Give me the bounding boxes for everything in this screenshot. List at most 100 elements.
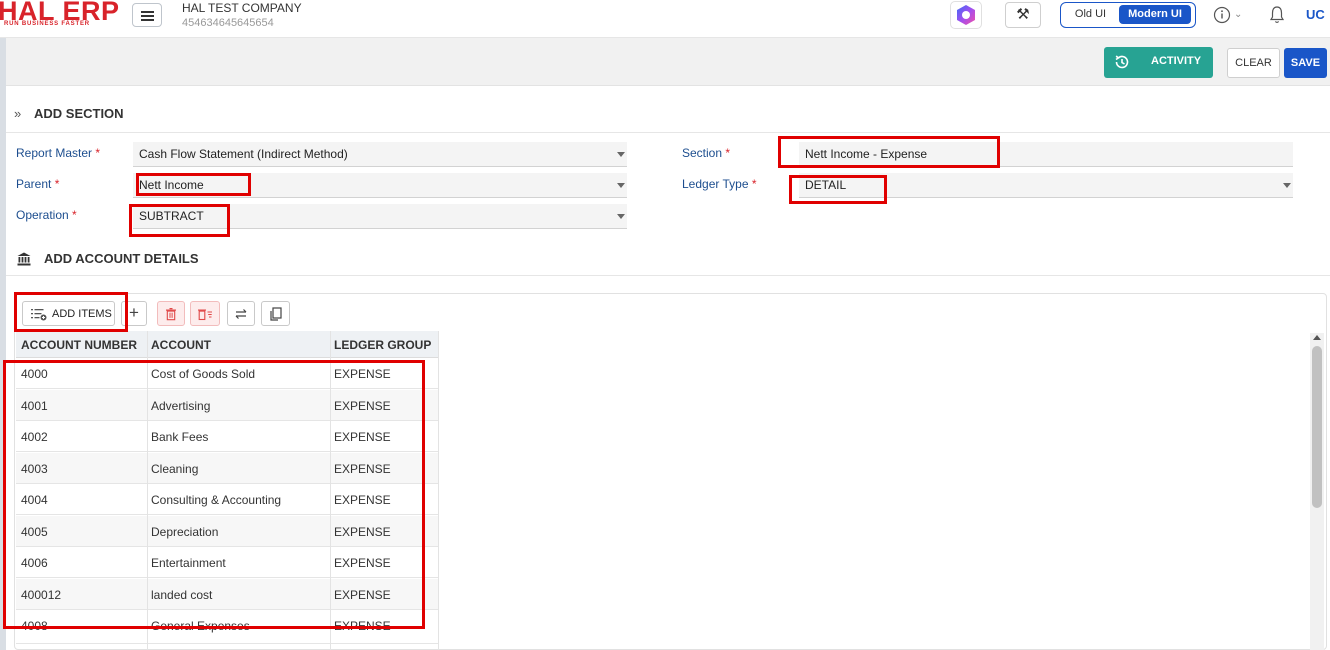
table-row[interactable]: 4002 Bank Fees EXPENSE	[16, 421, 438, 452]
ledger-group-cell: EXPENSE	[334, 525, 391, 539]
divider	[6, 132, 1330, 133]
table-row[interactable]: 4006 Entertainment EXPENSE	[16, 547, 438, 578]
table-row[interactable]: 4008 General Expenses EXPENSE	[16, 610, 438, 644]
ledger-group-cell: EXPENSE	[334, 556, 391, 570]
account-cell: Bank Fees	[151, 430, 209, 444]
menu-icon[interactable]	[132, 3, 162, 27]
column-header-account-number[interactable]: ACCOUNT NUMBER	[21, 338, 137, 352]
account-number-cell: 4002	[21, 430, 48, 444]
ledger-group-cell: EXPENSE	[334, 367, 391, 381]
table-header: ACCOUNT NUMBER ACCOUNT LEDGER GROUP	[16, 331, 438, 358]
ui-mode-toggle[interactable]: Old UI Modern UI	[1060, 2, 1196, 28]
dropdown-caret-icon	[617, 152, 625, 157]
table-row[interactable]: 4005 Depreciation EXPENSE	[16, 516, 438, 547]
scroll-up-icon[interactable]	[1313, 335, 1321, 340]
swap-button[interactable]	[227, 301, 255, 326]
ledger-type-value: DETAIL	[805, 178, 847, 192]
account-cell: landed cost	[151, 588, 213, 602]
account-number-cell: 4004	[21, 493, 48, 507]
divider	[6, 275, 1330, 276]
column-divider	[438, 331, 439, 650]
account-number-cell: 4000	[21, 367, 48, 381]
chevron-down-icon[interactable]: ⌄	[1234, 9, 1242, 20]
app-launcher-icon[interactable]	[950, 1, 982, 29]
section-value: Nett Income - Expense	[805, 147, 928, 161]
account-cell: Cost of Goods Sold	[151, 367, 256, 381]
account-cell: Consulting & Accounting	[151, 493, 282, 507]
list-add-icon	[31, 308, 47, 320]
delete-filtered-button[interactable]	[190, 301, 220, 326]
ledger-type-label: Ledger Type *	[682, 177, 757, 191]
section-input[interactable]: Nett Income - Expense	[799, 142, 1293, 167]
delete-row-button[interactable]	[157, 301, 185, 326]
add-account-details-title: ADD ACCOUNT DETAILS	[44, 251, 199, 266]
copy-button[interactable]	[261, 301, 290, 326]
table-row[interactable]: 4000 Cost of Goods Sold EXPENSE	[16, 358, 438, 389]
account-number-cell: 4008	[21, 619, 48, 633]
ledger-type-select[interactable]: DETAIL	[799, 173, 1293, 198]
add-items-label: ADD ITEMS	[52, 308, 112, 320]
company-id: 454634645645654	[182, 17, 274, 29]
report-master-value: Cash Flow Statement (Indirect Method)	[139, 147, 348, 161]
ledger-group-cell: EXPENSE	[334, 430, 391, 444]
ledger-group-cell: EXPENSE	[334, 619, 391, 633]
table-vertical-scrollbar[interactable]	[1310, 333, 1324, 650]
account-cell: Advertising	[151, 399, 211, 413]
column-header-account[interactable]: ACCOUNT	[151, 338, 211, 352]
operation-select[interactable]: SUBTRACT	[133, 204, 627, 229]
report-master-select[interactable]: Cash Flow Statement (Indirect Method)	[133, 142, 627, 167]
table-row[interactable]: 4003 Cleaning EXPENSE	[16, 453, 438, 484]
operation-value: SUBTRACT	[139, 209, 204, 223]
swap-arrows-icon	[235, 308, 247, 319]
scrollbar-thumb[interactable]	[1312, 346, 1322, 508]
add-row-button[interactable]: +	[121, 301, 147, 326]
bell-icon[interactable]	[1268, 5, 1286, 25]
add-section-title: ADD SECTION	[34, 106, 124, 121]
account-number-cell: 4001	[21, 399, 48, 413]
parent-value: Nett Income	[139, 178, 204, 192]
ledger-group-cell: EXPENSE	[334, 399, 391, 413]
double-chevron-right-icon: »	[14, 106, 22, 121]
table-row[interactable]: 4004 Consulting & Accounting EXPENSE	[16, 484, 438, 515]
copy-icon	[269, 306, 282, 321]
trash-filter-icon	[198, 309, 212, 320]
user-avatar[interactable]: UC	[1306, 3, 1330, 29]
add-items-button[interactable]: ADD ITEMS	[22, 301, 115, 326]
activity-label: ACTIVITY	[1151, 55, 1202, 67]
top-navigation-bar: HAL ERP RUN BUSINESS FASTER HAL TEST COM…	[0, 0, 1330, 38]
modern-ui-option[interactable]: Modern UI	[1119, 5, 1191, 24]
account-cell: General Expenses	[151, 619, 250, 633]
report-master-label: Report Master *	[16, 146, 101, 160]
account-cell: Cleaning	[151, 462, 199, 476]
history-icon	[1115, 55, 1129, 69]
info-icon[interactable]	[1213, 6, 1231, 24]
account-number-cell: 400012	[21, 588, 62, 602]
section-label: Section *	[682, 146, 731, 160]
bank-icon	[17, 252, 31, 266]
account-cell: Entertainment	[151, 556, 226, 570]
table-row[interactable]: 4001 Advertising EXPENSE	[16, 390, 438, 421]
activity-button[interactable]: ACTIVITY	[1104, 47, 1213, 78]
account-cell: Depreciation	[151, 525, 219, 539]
old-ui-option[interactable]: Old UI	[1063, 5, 1118, 24]
table-row[interactable]: 400012 landed cost EXPENSE	[16, 579, 438, 610]
hal-erp-logo[interactable]: HAL ERP RUN BUSINESS FASTER	[0, 0, 120, 38]
tools-icon[interactable]: ⚒	[1005, 2, 1041, 28]
dropdown-caret-icon	[1283, 183, 1291, 188]
account-number-cell: 4006	[21, 556, 48, 570]
ledger-group-cell: EXPENSE	[334, 588, 391, 602]
logo-tagline: RUN BUSINESS FASTER	[4, 21, 90, 27]
ledger-group-cell: EXPENSE	[334, 493, 391, 507]
operation-label: Operation *	[16, 208, 77, 222]
clear-button[interactable]: CLEAR	[1227, 48, 1280, 78]
column-header-ledger-group[interactable]: LEDGER GROUP	[334, 338, 431, 352]
ledger-group-cell: EXPENSE	[334, 462, 391, 476]
dropdown-caret-icon	[617, 183, 625, 188]
sidebar-edge	[0, 38, 6, 650]
account-number-cell: 4005	[21, 525, 48, 539]
parent-select[interactable]: Nett Income	[133, 173, 627, 198]
company-name: HAL TEST COMPANY	[182, 1, 302, 15]
add-section-heading: » ADD SECTION	[14, 106, 124, 121]
account-number-cell: 4003	[21, 462, 48, 476]
save-button[interactable]: SAVE	[1284, 48, 1327, 78]
